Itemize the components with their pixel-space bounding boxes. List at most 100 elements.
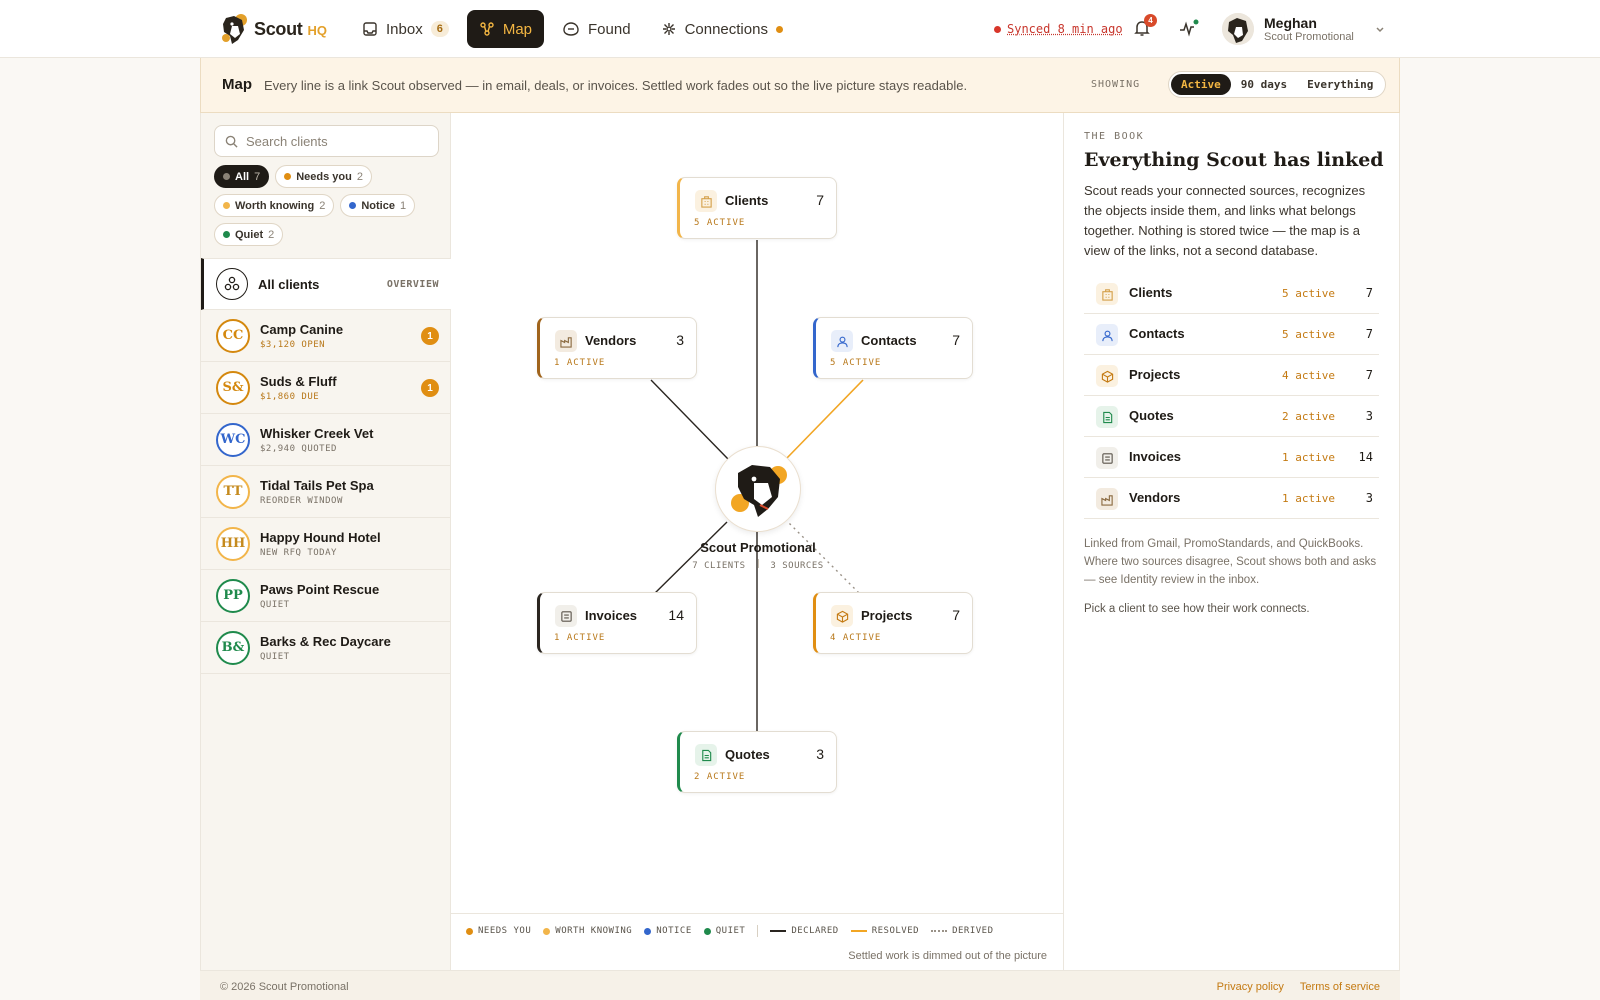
found-icon — [563, 22, 579, 36]
link-contacts — [785, 379, 864, 460]
filter-needs-you[interactable]: Needs you 2 — [275, 165, 372, 188]
book-eyebrow: THE BOOK — [1084, 131, 1145, 142]
book-title: Everything Scout has linked — [1084, 149, 1384, 171]
range-90-days-button[interactable]: 90 days — [1231, 74, 1297, 95]
node-active: 5 ACTIVE — [830, 358, 882, 368]
dog-avatar-icon — [1222, 13, 1254, 45]
client-info: Suds & Fluff $1,860 DUE — [260, 374, 337, 402]
book-row-count: 3 — [1365, 491, 1373, 505]
client-search — [214, 125, 439, 157]
dog-mascot-icon — [731, 465, 787, 517]
filter-label: Needs you — [296, 170, 352, 183]
node-projects[interactable]: Projects 7 4 ACTIVE — [813, 592, 973, 654]
receipt-icon — [1096, 447, 1118, 469]
node-clients[interactable]: Clients 7 5 ACTIVE — [677, 177, 837, 239]
book-row-clients[interactable]: Clients 5 active 7 — [1084, 273, 1379, 314]
book-row-contacts[interactable]: Contacts 5 active 7 — [1084, 314, 1379, 355]
search-input[interactable] — [246, 133, 426, 149]
node-name: Contacts — [861, 333, 917, 348]
book-row-projects[interactable]: Projects 4 active 7 — [1084, 355, 1379, 396]
notifications-button[interactable]: 4 — [1132, 14, 1157, 40]
client-monogram: B& — [216, 630, 250, 665]
legend-derived: DERIVED — [931, 926, 993, 936]
activity-button[interactable] — [1178, 18, 1200, 40]
client-status: QUIET — [260, 599, 290, 610]
client-item-whisker-creek-vet[interactable]: WC Whisker Creek Vet $2,940 QUOTED — [201, 414, 451, 466]
range-active-button[interactable]: Active — [1171, 74, 1231, 95]
filter-all[interactable]: All 7 — [214, 165, 270, 188]
legend-declared: DECLARED — [770, 926, 838, 936]
client-info: Barks & Rec Daycare QUIET — [260, 634, 391, 662]
nav-connections[interactable]: Connections — [649, 10, 795, 48]
client-monogram: HH — [216, 526, 250, 561]
client-item-tidal-tails[interactable]: TT Tidal Tails Pet Spa REORDER WINDOW — [201, 466, 451, 518]
brand-logo[interactable]: Scout HQ — [220, 12, 327, 46]
client-sidebar: All 7 Needs you 2 Worth knowing 2 Notice… — [200, 113, 451, 970]
client-monogram: TT — [216, 474, 250, 509]
stats-divider — [757, 559, 759, 568]
book-row-vendors[interactable]: Vendors 1 active 3 — [1084, 478, 1379, 519]
client-item-barks-rec[interactable]: B& Barks & Rec Daycare QUIET — [201, 622, 451, 674]
showing-label: SHOWING — [1091, 79, 1141, 90]
user-name: Meghan — [1264, 15, 1317, 31]
legend-notice: NOTICE — [644, 926, 692, 936]
center-sources-count: 3 SOURCES — [770, 561, 824, 571]
client-item-happy-hound[interactable]: HH Happy Hound Hotel NEW RFQ TODAY — [201, 518, 451, 570]
book-row-active: 5 active — [1282, 328, 1335, 341]
filter-dot — [223, 173, 230, 180]
client-monogram: WC — [216, 422, 250, 457]
book-row-quotes[interactable]: Quotes 2 active 3 — [1084, 396, 1379, 437]
map-nodes-icon — [480, 22, 494, 36]
legend-divider — [757, 925, 759, 937]
nav-map[interactable]: Map — [466, 10, 545, 48]
client-item-camp-canine[interactable]: CC Camp Canine $3,120 OPEN 1 — [201, 310, 451, 362]
link-vendors — [650, 379, 729, 460]
book-description: Scout reads your connected sources, reco… — [1084, 183, 1366, 258]
range-everything-button[interactable]: Everything — [1297, 74, 1383, 95]
book-row-name: Quotes — [1129, 408, 1174, 423]
user-avatar — [1222, 13, 1254, 45]
nav-inbox[interactable]: Inbox 6 — [350, 10, 461, 48]
filter-notice[interactable]: Notice 1 — [340, 194, 416, 217]
node-invoices[interactable]: Invoices 14 1 ACTIVE — [537, 592, 697, 654]
sync-status[interactable]: Synced 8 min ago — [994, 22, 1123, 36]
book-row-name: Contacts — [1129, 326, 1185, 341]
node-vendors[interactable]: Vendors 3 1 ACTIVE — [537, 317, 697, 379]
client-item-paws-point[interactable]: PP Paws Point Rescue QUIET — [201, 570, 451, 622]
notifications-count-badge: 4 — [1144, 14, 1157, 27]
map-legend: NEEDS YOU WORTH KNOWING NOTICE QUIET DEC… — [451, 913, 1063, 970]
user-menu[interactable]: Meghan Scout Promotional — [1222, 13, 1386, 45]
legend-items: NEEDS YOU WORTH KNOWING NOTICE QUIET DEC… — [466, 925, 994, 937]
book-hint: Pick a client to see how their work conn… — [1084, 603, 1310, 615]
node-name: Vendors — [585, 333, 637, 348]
link-map: Clients 7 5 ACTIVE Vendors 3 1 ACTIVE Co… — [451, 113, 1063, 970]
box-icon — [831, 605, 853, 627]
filter-dot — [349, 202, 357, 209]
factory-icon — [1096, 488, 1118, 510]
time-range-toggle: Active 90 days Everything — [1168, 71, 1387, 98]
book-sources-note: Linked from Gmail, PromoStandards, and Q… — [1084, 538, 1377, 586]
terms-link[interactable]: Terms of service — [1300, 981, 1380, 993]
client-status: NEW RFQ TODAY — [260, 547, 337, 558]
book-row-invoices[interactable]: Invoices 1 active 14 — [1084, 437, 1379, 478]
sync-status-text: Synced 8 min ago — [1007, 22, 1123, 36]
center-node[interactable] — [715, 446, 801, 532]
legend-worth-knowing: WORTH KNOWING — [543, 926, 632, 936]
filter-quiet[interactable]: Quiet 2 — [214, 223, 284, 246]
all-clients-item[interactable]: All clients OVERVIEW — [201, 258, 451, 310]
node-active: 1 ACTIVE — [554, 633, 606, 643]
node-active: 1 ACTIVE — [554, 358, 606, 368]
person-icon — [1096, 324, 1118, 346]
node-contacts[interactable]: Contacts 7 5 ACTIVE — [813, 317, 973, 379]
privacy-link[interactable]: Privacy policy — [1217, 981, 1284, 993]
nav-found[interactable]: Found — [550, 10, 643, 48]
footer: © 2026 Scout Promotional Privacy policy … — [200, 970, 1400, 1000]
connections-icon — [662, 23, 675, 35]
node-count: 14 — [668, 607, 684, 623]
client-item-suds-fluff[interactable]: S& Suds & Fluff $1,860 DUE 1 — [201, 362, 451, 414]
client-info: Happy Hound Hotel NEW RFQ TODAY — [260, 530, 381, 558]
filter-dot — [284, 173, 292, 180]
filter-worth-knowing[interactable]: Worth knowing 2 — [214, 194, 335, 217]
node-quotes[interactable]: Quotes 3 2 ACTIVE — [677, 731, 837, 793]
book-row-active: 1 active — [1282, 492, 1335, 505]
